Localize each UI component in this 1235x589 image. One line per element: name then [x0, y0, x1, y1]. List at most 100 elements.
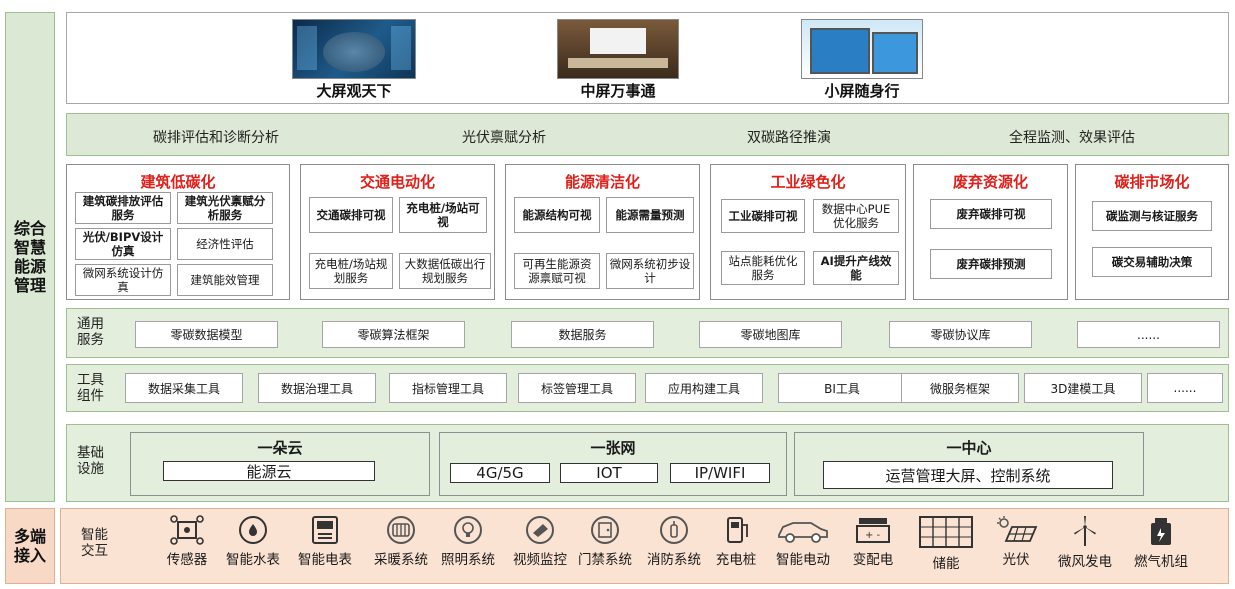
service-cell: 充电桩/场站规划服务	[309, 253, 393, 289]
device-label: 视频监控	[513, 552, 567, 568]
device-label: 光伏	[1002, 552, 1030, 568]
tool-chip: 数据采集工具	[125, 373, 243, 403]
service-cell: AI提升产线效能	[813, 251, 899, 285]
tool-chip: 指标管理工具	[389, 373, 507, 403]
service-cell: 数据中心PUE优化服务	[813, 199, 899, 233]
group-title: 一朵云	[257, 439, 303, 457]
screen-medium: 中屏万事通	[555, 19, 681, 101]
service-cell: 微网系统设计仿真	[75, 264, 171, 296]
device-sensor: 传感器	[152, 515, 222, 568]
group-title: 一张网	[590, 439, 636, 457]
device-transformer: + - 变配电	[838, 515, 908, 568]
service-cell: 碳交易辅助决策	[1092, 247, 1212, 277]
infra-item: IOT	[560, 463, 658, 483]
screen-small-label: 小屏随身行	[824, 82, 900, 100]
service-cell: 大数据低碳出行规划服务	[399, 253, 491, 289]
screens-panel: 大屏观天下 中屏万事通 小屏随身行	[66, 12, 1229, 104]
device-label: 燃气机组	[1134, 554, 1188, 570]
service-cell: 建筑能效管理	[177, 264, 273, 296]
screen-large: 大屏观天下	[289, 19, 419, 101]
tool-chip: BI工具	[778, 373, 906, 403]
access-control-icon	[591, 516, 619, 544]
camera-icon	[526, 516, 554, 544]
medium-screen-image	[557, 19, 679, 79]
tool-chip: 3D建模工具	[1024, 373, 1142, 403]
ev-car-icon	[778, 522, 828, 543]
device-heating: 采暖系统	[366, 515, 436, 568]
sidebar-access-label: 多端接入	[13, 527, 46, 565]
service-cell: 建筑光伏禀赋分析服务	[177, 192, 273, 224]
service-cell: 碳监测与核证服务	[1092, 201, 1212, 231]
service-chip: 零碳数据模型	[135, 321, 278, 348]
infra-item: IP/WIFI	[670, 463, 770, 483]
analysis-item: 光伏禀赋分析	[462, 130, 546, 146]
device-gas-generator: 燃气机组	[1126, 515, 1196, 570]
charger-icon	[727, 517, 748, 543]
service-cell: 建筑碳排放评估服务	[75, 192, 171, 224]
device-label: 智能电表	[298, 552, 352, 568]
device-water-meter: 智能水表	[218, 515, 288, 568]
screen-medium-label: 中屏万事通	[580, 82, 656, 100]
device-label: 智能电动	[776, 552, 830, 568]
service-cell: 可再生能源资源禀赋可视	[514, 253, 600, 289]
service-cell: 充电桩/场站可视	[399, 197, 487, 233]
screen-small: 小屏随身行	[797, 19, 927, 101]
device-solar: 光伏	[981, 515, 1051, 568]
analysis-item: 全程监测、效果评估	[1009, 130, 1135, 146]
category-transport: 交通电动化 交通碳排可视 充电桩/场站可视 充电桩/场站规划服务 大数据低碳出行…	[300, 164, 495, 300]
device-wind-turbine: 微风发电	[1050, 515, 1120, 570]
tool-chip: 应用构建工具	[645, 373, 763, 403]
transformer-icon: + -	[856, 518, 890, 543]
service-cell: 站点能耗优化服务	[721, 251, 805, 285]
access-band: 智能交互 传感器 智能水表 智能电表 采暖系统 照明系统 视频监控 门禁系统 消…	[60, 508, 1229, 584]
category-title: 废弃资源化	[952, 173, 1028, 191]
category-building: 建筑低碳化 建筑碳排放评估服务 建筑光伏禀赋分析服务 光伏/BIPV设计仿真 经…	[66, 164, 290, 300]
device-charger: 充电桩	[701, 515, 771, 568]
sidebar-access: 多端接入	[5, 508, 55, 584]
device-electric-meter: 智能电表	[290, 515, 360, 568]
device-label: 变配电	[852, 552, 894, 568]
service-chip: 数据服务	[511, 321, 654, 348]
service-chip: 零碳地图库	[699, 321, 842, 348]
category-title: 工业绿色化	[770, 173, 846, 191]
category-title: 交通电动化	[359, 173, 435, 191]
category-industry: 工业绿色化 工业碳排可视 数据中心PUE优化服务 站点能耗优化服务 AI提升产线…	[710, 164, 906, 300]
service-cell: 能源需量预测	[606, 197, 694, 233]
infra-item: 运营管理大屏、控制系统	[823, 461, 1113, 489]
large-screen-image	[292, 19, 416, 79]
service-cell: 能源结构可视	[514, 197, 600, 233]
service-cell: 微网系统初步设计	[606, 253, 694, 289]
analysis-bar: 碳排评估和诊断分析 光伏禀赋分析 双碳路径推演 全程监测、效果评估	[66, 113, 1229, 156]
water-meter-icon	[239, 516, 267, 544]
heating-icon	[387, 516, 415, 544]
gas-generator-icon	[1151, 518, 1171, 545]
device-label: 门禁系统	[578, 552, 632, 568]
service-cell: 工业碳排可视	[721, 199, 805, 233]
service-cell: 废弃碳排预测	[930, 249, 1052, 279]
tool-chip: 标签管理工具	[518, 373, 636, 403]
wind-turbine-icon	[1074, 516, 1096, 546]
fire-icon	[660, 516, 688, 544]
device-label: 充电桩	[715, 552, 757, 568]
service-cell: 经济性评估	[177, 228, 273, 260]
access-label: 智能交互	[81, 527, 108, 559]
infrastructure-band: 基础设施 一朵云 能源云 一张网 4G/5G IOT IP/WIFI 一中心 运…	[66, 424, 1229, 502]
analysis-item: 双碳路径推演	[747, 130, 831, 146]
service-chip: 零碳协议库	[889, 321, 1032, 348]
service-cell: 交通碳排可视	[309, 197, 393, 233]
category-energy: 能源清洁化 能源结构可视 能源需量预测 可再生能源资源禀赋可视 微网系统初步设计	[505, 164, 700, 300]
common-services-band: 通用服务 零碳数据模型 零碳算法框架 数据服务 零碳地图库 零碳协议库 ....…	[66, 308, 1229, 358]
electric-meter-icon	[312, 516, 338, 544]
service-chip: 零碳算法框架	[322, 321, 465, 348]
analysis-item: 碳排评估和诊断分析	[153, 130, 279, 146]
group-title: 一中心	[946, 439, 992, 457]
sensor-icon	[170, 515, 204, 545]
device-label: 消防系统	[647, 552, 701, 568]
device-camera: 视频监控	[505, 515, 575, 568]
tool-chip: 微服务框架	[901, 373, 1019, 403]
cloud-group: 一朵云 能源云	[130, 432, 430, 496]
storage-icon	[919, 516, 973, 548]
solar-icon	[997, 516, 1038, 542]
lighting-icon	[454, 516, 482, 544]
device-storage: 储能	[911, 515, 981, 572]
